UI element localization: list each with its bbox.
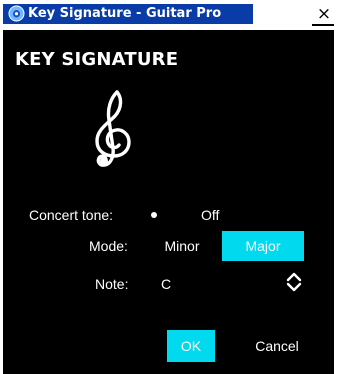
close-icon: × (316, 4, 332, 24)
note-label: Note: (95, 276, 129, 292)
ok-button[interactable]: OK (167, 330, 215, 362)
cancel-button[interactable]: Cancel (243, 330, 311, 362)
dialog-panel: KEY SIGNATURE Concert tone: Off Mode: Mi… (3, 30, 334, 374)
window-title: Key Signature - Guitar Pro (28, 6, 222, 21)
close-button[interactable]: × (312, 4, 336, 24)
title-bar: Key Signature - Guitar Pro × (0, 0, 341, 26)
mode-label: Mode: (89, 238, 128, 254)
concert-tone-toggle[interactable] (151, 212, 157, 218)
dialog-heading: KEY SIGNATURE (15, 49, 179, 70)
concert-tone-label: Concert tone: (29, 207, 114, 223)
key-signature-window: Key Signature - Guitar Pro × KEY SIGNATU… (0, 0, 341, 374)
guitar-pro-logo-icon (8, 5, 25, 22)
treble-clef-icon (95, 90, 131, 167)
note-value[interactable]: C (161, 275, 171, 293)
mode-option-minor[interactable]: Minor (149, 231, 215, 261)
concert-tone-value: Off (201, 207, 220, 223)
mode-option-major[interactable]: Major (222, 231, 304, 261)
close-underline (312, 24, 334, 26)
up-down-chevron-icon[interactable] (286, 272, 302, 292)
